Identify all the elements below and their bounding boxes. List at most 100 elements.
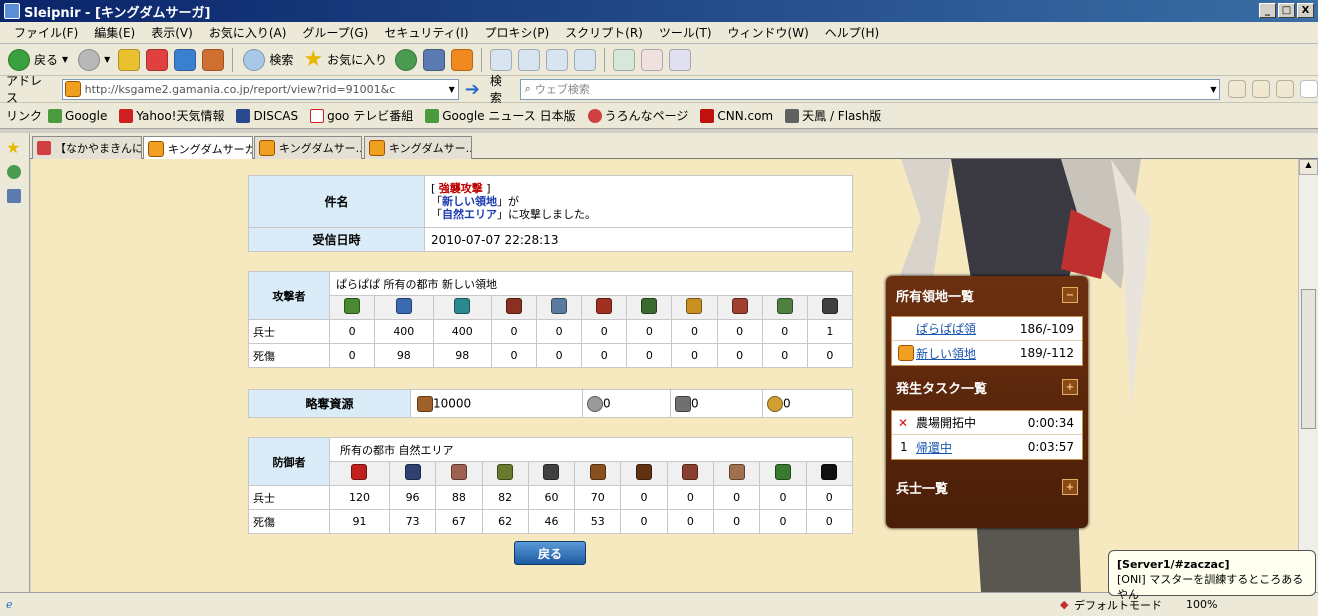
minimize-button[interactable]: _ <box>1259 3 1276 18</box>
loot-stone: 0 <box>582 389 671 418</box>
forward-button[interactable]: ▼ <box>76 47 112 73</box>
link-google-news[interactable]: Google ニュース 日本版 <box>425 107 576 124</box>
subject-text: 」が <box>497 195 519 208</box>
notification-balloon[interactable]: [Server1/#zaczac] [ONI] マスターを訓練するところあるやん <box>1108 550 1316 601</box>
window-arrange-icon[interactable] <box>613 48 636 71</box>
tab-nakayama[interactable]: 【なかやまきんに... <box>32 136 142 159</box>
tab-favicon-icon <box>148 140 164 157</box>
back-button[interactable]: 戻る ▼ <box>6 47 70 73</box>
menu-help[interactable]: ヘルプ(H) <box>817 24 887 41</box>
row-label: 兵士 <box>248 319 330 344</box>
row-label: 死傷 <box>248 509 330 534</box>
link-cnn[interactable]: CNN.com <box>700 108 773 123</box>
history-side-icon[interactable] <box>7 165 21 179</box>
page-find-icon[interactable] <box>1252 80 1271 98</box>
unit-count-cell: 0 <box>759 485 807 510</box>
url-field[interactable]: http://ksgame2.gamania.co.jp/report/view… <box>61 78 459 100</box>
tasks-list: ✕ 農場開拓中 0:00:34 1 帰還中 0:03:57 <box>891 410 1083 460</box>
menu-view[interactable]: 表示(V) <box>143 24 201 41</box>
link-tenhou[interactable]: 天鳳 / Flash版 <box>785 107 881 124</box>
menu-edit[interactable]: 編集(E) <box>86 24 143 41</box>
maximize-button[interactable]: □ <box>1278 3 1295 18</box>
link-yahoo-weather[interactable]: Yahoo!天気情報 <box>119 107 224 124</box>
expand-icon[interactable]: + <box>1062 379 1078 395</box>
tab-kingdom-saga-3[interactable]: キングダムサー... <box>364 136 472 159</box>
expand-icon[interactable]: + <box>1062 479 1078 495</box>
address-bar: アドレス http://ksgame2.gamania.co.jp/report… <box>0 74 1318 105</box>
link-goo-tv[interactable]: goo テレビ番組 <box>310 107 413 124</box>
search-button[interactable]: 検索 <box>241 47 295 73</box>
menu-script[interactable]: スクリプト(R) <box>557 24 651 41</box>
back-dropdown-icon[interactable]: ▼ <box>62 55 68 64</box>
menu-security[interactable]: セキュリティ(I) <box>376 24 476 41</box>
tree-side-icon[interactable] <box>7 189 21 203</box>
close-right-tabs-icon[interactable] <box>574 48 597 71</box>
date-label: 受信日時 <box>248 227 425 252</box>
tab-kingdom-saga-2[interactable]: キングダムサー... <box>254 136 362 159</box>
search-dropdown-icon[interactable]: ▼ <box>1207 85 1219 94</box>
link-discas[interactable]: DISCAS <box>236 108 298 123</box>
territory-link[interactable]: 新しい領地 <box>916 345 976 362</box>
favorites-button[interactable]: ★ お気に入り <box>301 47 389 73</box>
link-uron[interactable]: うろんなページ <box>587 107 688 124</box>
find-icon[interactable] <box>1228 80 1247 98</box>
highlight-icon[interactable] <box>1276 80 1295 98</box>
up-folder-icon[interactable] <box>118 48 141 71</box>
unit-type-icon <box>774 464 791 480</box>
subject-from-city: 新しい領地 <box>442 195 497 208</box>
close-button[interactable]: X <box>1297 3 1314 18</box>
tab-kingdom-saga-active[interactable]: キングダムサーガ <box>143 136 253 160</box>
tree-icon[interactable] <box>423 48 446 71</box>
menu-proxy[interactable]: プロキシ(P) <box>477 24 558 41</box>
unit-count-cell: 62 <box>481 509 529 534</box>
unit-count-cell: 96 <box>388 485 437 510</box>
history-icon[interactable] <box>395 48 418 71</box>
refresh-icon[interactable] <box>174 48 197 71</box>
collapse-icon[interactable]: − <box>1062 287 1078 303</box>
close-left-tabs-icon[interactable] <box>546 48 569 71</box>
back-report-button[interactable]: 戻る <box>514 541 586 565</box>
task-name: 農場開拓中 <box>916 416 977 430</box>
unit-count-cell: 1 <box>806 319 854 344</box>
subject-target: 自然エリア <box>442 208 497 221</box>
link-google[interactable]: Google <box>48 108 107 123</box>
loot-label: 略奪資源 <box>248 389 411 418</box>
ie-status-icon: ℯ <box>6 598 13 611</box>
flag-jp-icon[interactable] <box>641 48 664 71</box>
rss-icon[interactable] <box>451 48 474 71</box>
menu-window[interactable]: ウィンドウ(W) <box>720 24 817 41</box>
territory-row[interactable]: 新しい領地 189/-112 <box>892 341 1082 365</box>
tenhou-icon <box>785 108 800 123</box>
subject-value: [ 強襲攻撃 ] 「新しい領地」が 「自然エリア」に攻撃しました。 <box>424 175 853 228</box>
menu-favorites[interactable]: お気に入り(A) <box>201 24 295 41</box>
task-row: 1 帰還中 0:03:57 <box>892 435 1082 459</box>
cancel-task-icon[interactable]: ✕ <box>898 416 916 430</box>
scroll-thumb[interactable] <box>1301 289 1316 429</box>
close-other-tabs-icon[interactable] <box>518 48 541 71</box>
task-link[interactable]: 帰還中 <box>916 439 952 456</box>
tab-favicon-icon <box>259 140 275 156</box>
unit-count-cell: 0 <box>620 509 668 534</box>
unit-count-cell: 0 <box>328 319 376 344</box>
vertical-scrollbar[interactable]: ▲ <box>1298 159 1318 592</box>
flag-us-icon[interactable] <box>669 48 692 71</box>
stop-icon[interactable] <box>146 48 169 71</box>
go-arrow-icon[interactable]: ➔ <box>465 79 480 100</box>
menu-file[interactable]: ファイル(F) <box>6 24 86 41</box>
amazon-icon[interactable] <box>1300 80 1318 98</box>
url-dropdown-icon[interactable]: ▼ <box>446 85 458 94</box>
menu-tools[interactable]: ツール(T) <box>651 24 720 41</box>
unit-count-cell: 0 <box>712 485 761 510</box>
unit-count-cell: 60 <box>527 485 576 510</box>
close-tabs-icon[interactable] <box>490 48 513 71</box>
territory-row[interactable]: ぱらぱぱ領 186/-109 <box>892 317 1082 341</box>
territory-link[interactable]: ぱらぱぱ領 <box>916 320 976 337</box>
unit-count-cell: 73 <box>388 509 437 534</box>
scroll-up-icon[interactable]: ▲ <box>1299 159 1318 175</box>
favorites-side-icon[interactable]: ★ <box>6 138 20 157</box>
unit-count-cell: 46 <box>527 509 576 534</box>
web-search-input[interactable]: ⌕ ウェブ検索 ▼ <box>519 78 1221 100</box>
forward-dropdown-icon[interactable]: ▼ <box>104 55 110 64</box>
menu-group[interactable]: グループ(G) <box>294 24 376 41</box>
home-icon[interactable] <box>202 48 225 71</box>
